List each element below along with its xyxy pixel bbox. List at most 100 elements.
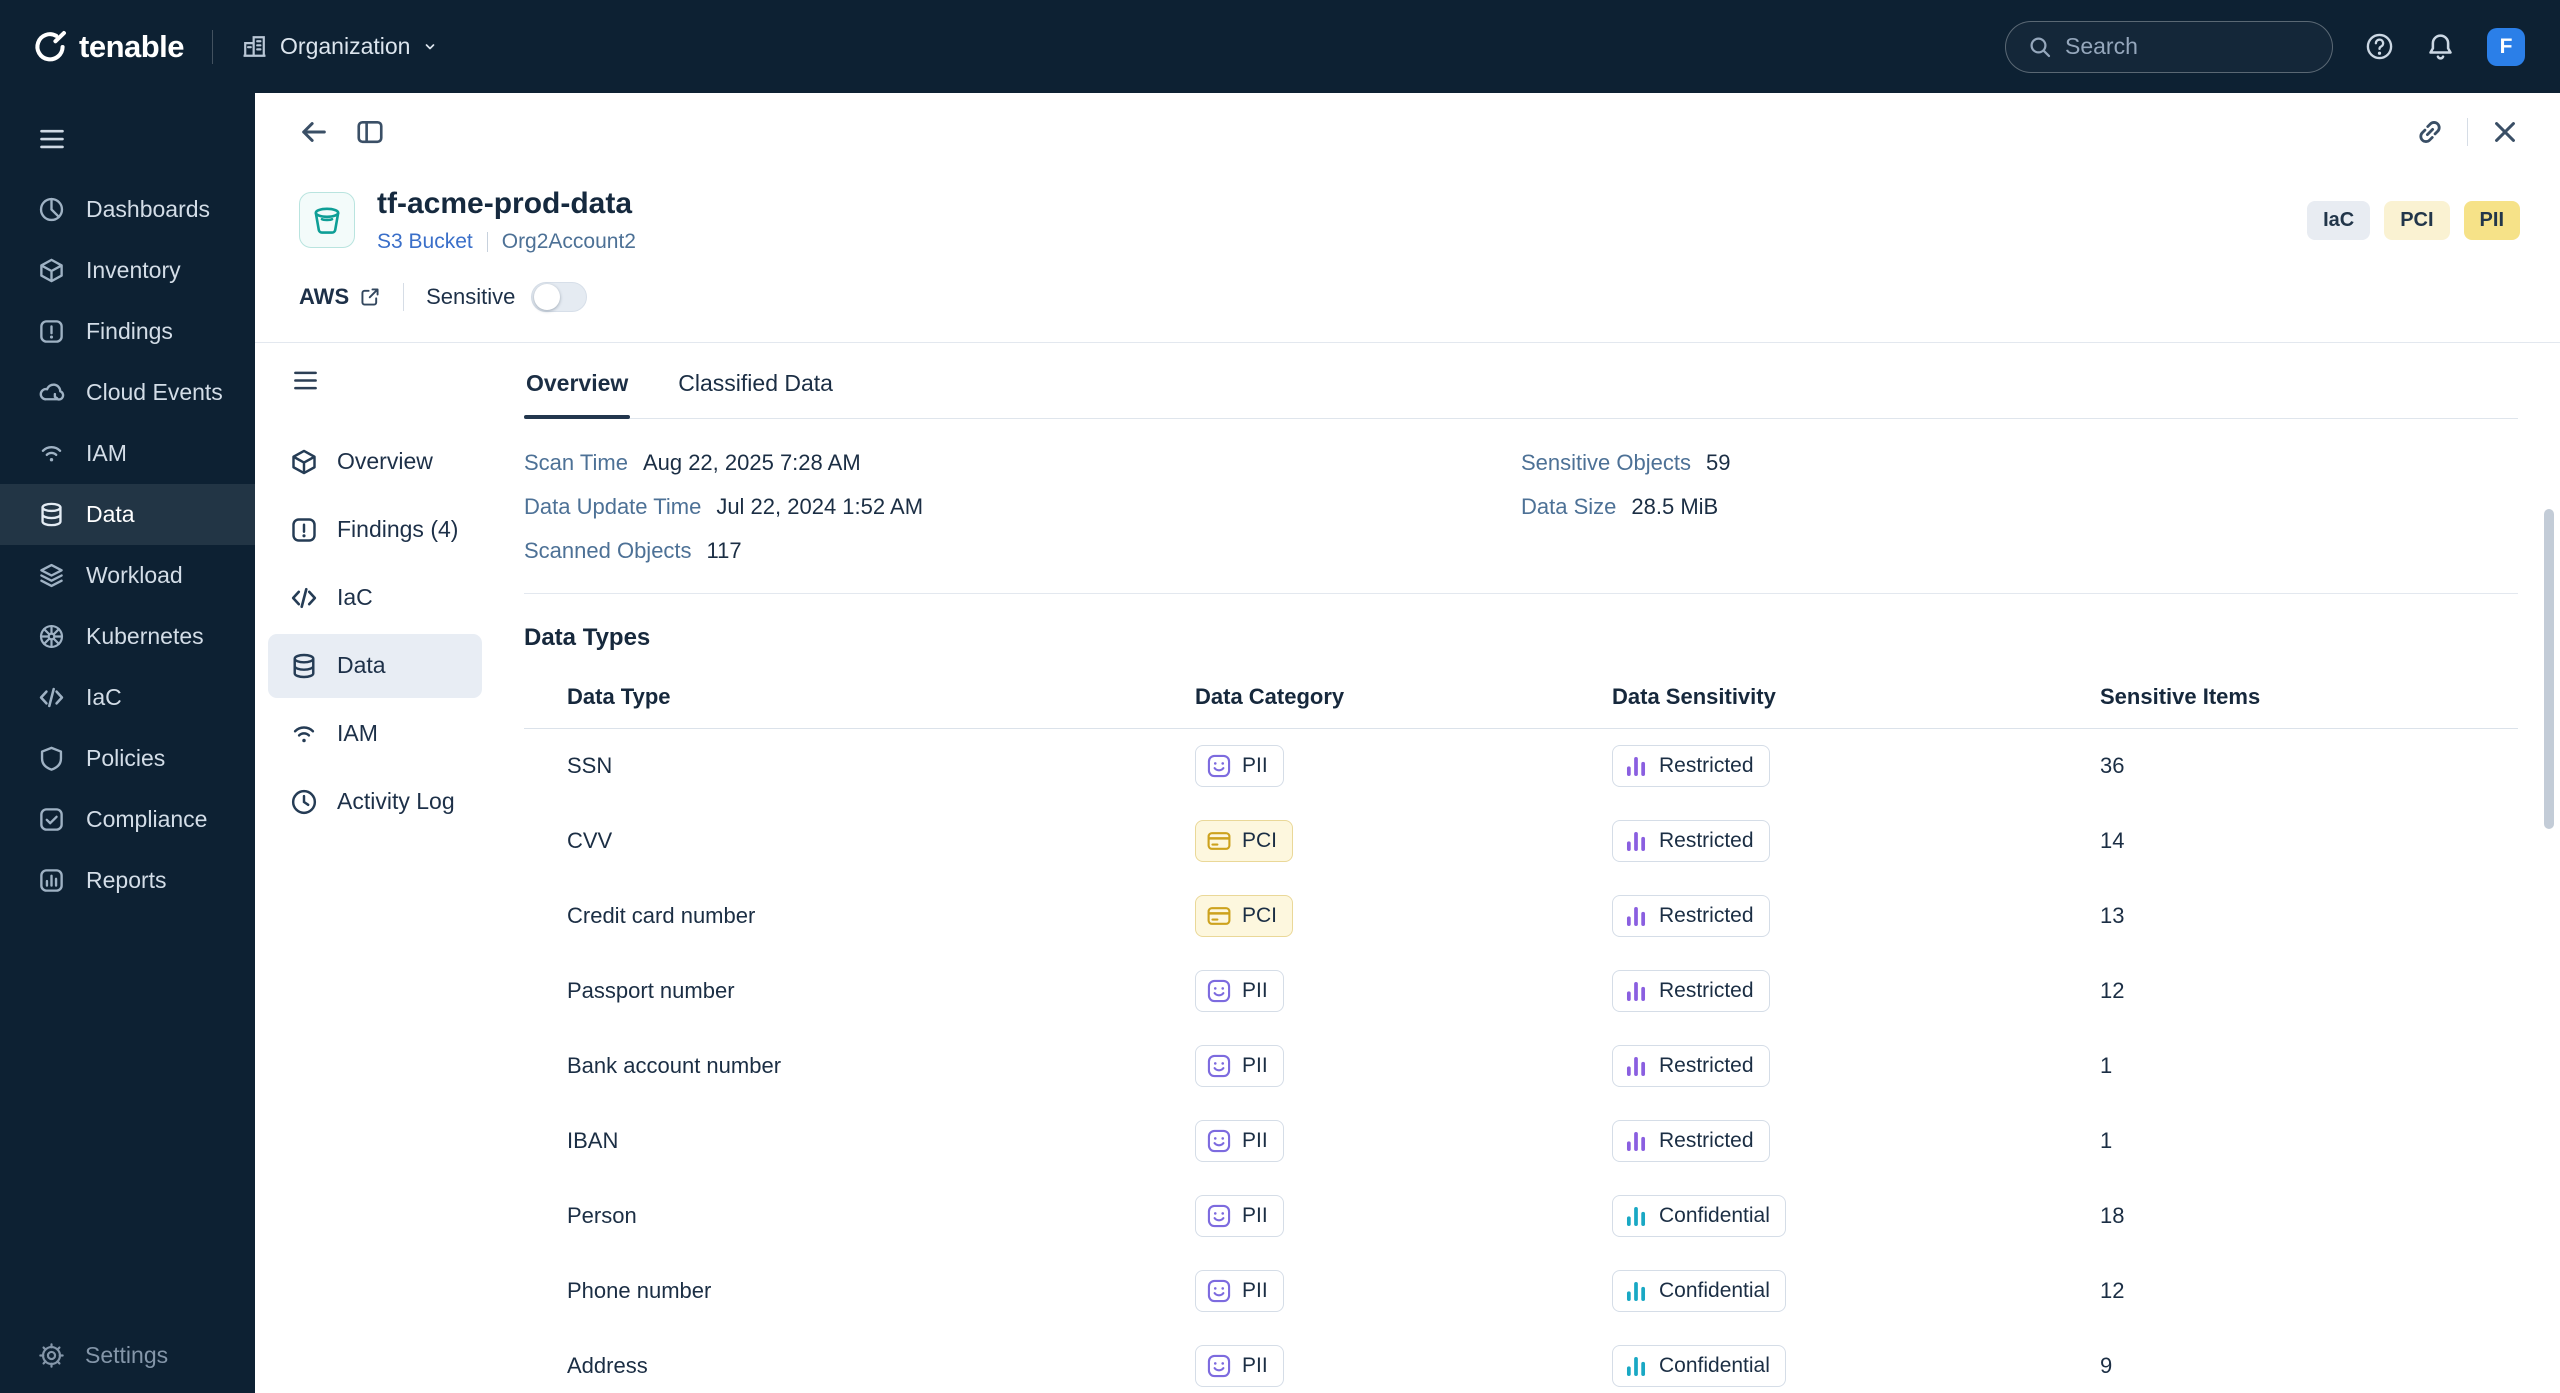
provider-link[interactable]: AWS — [299, 284, 381, 310]
resource-type-link[interactable]: S3 Bucket — [377, 230, 473, 254]
subnav-item[interactable]: Overview — [268, 430, 482, 494]
sidebar-item-label: Data — [86, 501, 135, 528]
sensitive-toggle[interactable] — [531, 282, 587, 312]
subnav-item-label: IaC — [337, 584, 373, 611]
bar-chart-icon — [1623, 1203, 1649, 1229]
chevron-down-icon — [422, 39, 438, 55]
data-sensitivity-cell: Restricted — [1569, 1045, 2057, 1087]
close-button[interactable] — [2490, 117, 2520, 147]
search-input[interactable]: Search — [2005, 21, 2333, 73]
subnav-item-label: Activity Log — [337, 788, 455, 815]
account-link[interactable]: Org2Account2 — [502, 230, 636, 254]
summary-field: Data Update Time Jul 22, 2024 1:52 AM — [524, 493, 1521, 521]
content-tab[interactable]: Classified Data — [676, 343, 835, 418]
data-types-table: Data Type Data Category Data Sensitivity… — [524, 664, 2518, 1393]
sidebar-item-icon — [38, 257, 65, 284]
category-label: PII — [1242, 1129, 1268, 1153]
copy-link-button[interactable] — [2415, 117, 2445, 147]
summary-field-label: Data Size — [1521, 493, 1616, 521]
subnav-item-label: Findings (4) — [337, 516, 458, 543]
resource-title: tf-acme-prod-data — [377, 187, 636, 222]
sensitivity-badge: Restricted — [1612, 1120, 1770, 1162]
main-sidebar: Dashboards Inventory Findings Cloud Even… — [0, 93, 255, 1393]
subnav-item[interactable]: IAM — [268, 702, 482, 766]
scrollbar-thumb[interactable] — [2544, 509, 2554, 829]
side-panel-toggle-button[interactable] — [355, 117, 385, 147]
organization-switcher[interactable]: Organization — [241, 33, 438, 60]
subnav-item[interactable]: IaC — [268, 566, 482, 630]
sidebar-item[interactable]: Data — [0, 484, 255, 545]
sidebar-item-label: Workload — [86, 562, 183, 589]
pci-card-icon — [1206, 828, 1232, 854]
data-type-cell: Phone number — [524, 1278, 1152, 1304]
sidebar-item[interactable]: Cloud Events — [0, 362, 255, 423]
drawer-content: Overview Classified Data Scan Time Aug 2… — [490, 343, 2560, 1393]
sidebar-nav: Dashboards Inventory Findings Cloud Even… — [0, 179, 255, 911]
sensitivity-badge: Restricted — [1612, 1045, 1770, 1087]
tenable-logo[interactable]: tenable — [33, 29, 184, 65]
resource-drawer: tf-acme-prod-data S3 Bucket Org2Account2… — [255, 93, 2560, 1393]
help-button[interactable] — [2365, 32, 2394, 61]
summary-field-value: 28.5 MiB — [1631, 493, 1718, 521]
brand-text: tenable — [79, 29, 184, 65]
resource-badges: IaC PCI PII — [2307, 201, 2520, 240]
subnav-item-icon — [290, 720, 318, 748]
external-link-icon — [359, 286, 381, 308]
sidebar-item[interactable]: Inventory — [0, 240, 255, 301]
category-label: PCI — [1242, 829, 1277, 853]
data-sensitivity-cell: Confidential — [1569, 1270, 2057, 1312]
category-badge: PII — [1195, 1120, 1284, 1162]
back-button[interactable] — [299, 117, 329, 147]
content-tab[interactable]: Overview — [524, 343, 630, 418]
drawer-header: tf-acme-prod-data S3 Bucket Org2Account2… — [255, 93, 2560, 343]
data-type-cell: Bank account number — [524, 1053, 1152, 1079]
data-sensitivity-cell: Confidential — [1569, 1345, 2057, 1387]
sensitivity-label: Restricted — [1659, 1054, 1754, 1078]
sensitivity-label: Restricted — [1659, 829, 1754, 853]
category-label: PII — [1242, 1204, 1268, 1228]
user-avatar[interactable]: F — [2487, 28, 2525, 66]
bar-chart-icon — [1623, 903, 1649, 929]
sensitivity-label: Restricted — [1659, 754, 1754, 778]
table-header-row: Data Type Data Category Data Sensitivity… — [524, 664, 2518, 729]
sidebar-item[interactable]: Compliance — [0, 789, 255, 850]
sidebar-item[interactable]: IAM — [0, 423, 255, 484]
sidebar-item-settings[interactable]: Settings — [0, 1325, 255, 1385]
side-panel-icon — [355, 117, 385, 147]
summary-field: Scanned Objects 117 — [524, 537, 1521, 565]
sidebar-item[interactable]: Findings — [0, 301, 255, 362]
sidebar-item[interactable]: IaC — [0, 667, 255, 728]
column-header: Data Category — [1152, 664, 1569, 728]
sidebar-collapse-button[interactable] — [38, 125, 66, 153]
data-category-cell: PCI — [1152, 895, 1569, 937]
subnav-item-label: IAM — [337, 720, 378, 747]
bar-chart-icon — [1623, 1353, 1649, 1379]
sidebar-item[interactable]: Kubernetes — [0, 606, 255, 667]
sidebar-item-label: Findings — [86, 318, 173, 345]
sensitivity-badge: Restricted — [1612, 895, 1770, 937]
bar-chart-icon — [1623, 753, 1649, 779]
sidebar-item-icon — [38, 806, 65, 833]
sidebar-item[interactable]: Reports — [0, 850, 255, 911]
close-icon — [2490, 117, 2520, 147]
section-divider — [524, 593, 2518, 594]
table-row: IBAN PII — [524, 1104, 2518, 1179]
subtitle-divider — [487, 232, 488, 252]
summary-field-label: Sensitive Objects — [1521, 449, 1691, 477]
notifications-button[interactable] — [2426, 32, 2455, 61]
sidebar-item[interactable]: Policies — [0, 728, 255, 789]
subnav-item[interactable]: Findings (4) — [268, 498, 482, 562]
category-badge: PII — [1195, 1270, 1284, 1312]
pii-face-icon — [1206, 1353, 1232, 1379]
subnav-collapse-button[interactable] — [292, 367, 319, 394]
subnav-item[interactable]: Data — [268, 634, 482, 698]
overview-summary: Scan Time Aug 22, 2025 7:28 AM Data Upda… — [524, 449, 2518, 565]
data-types-heading: Data Types — [524, 624, 2518, 652]
category-label: PCI — [1242, 904, 1277, 928]
category-label: PII — [1242, 754, 1268, 778]
subnav-item[interactable]: Activity Log — [268, 770, 482, 834]
sidebar-item[interactable]: Workload — [0, 545, 255, 606]
data-sensitivity-cell: Restricted — [1569, 1120, 2057, 1162]
sensitive-items-count: 14 — [2057, 828, 2518, 854]
sidebar-item[interactable]: Dashboards — [0, 179, 255, 240]
